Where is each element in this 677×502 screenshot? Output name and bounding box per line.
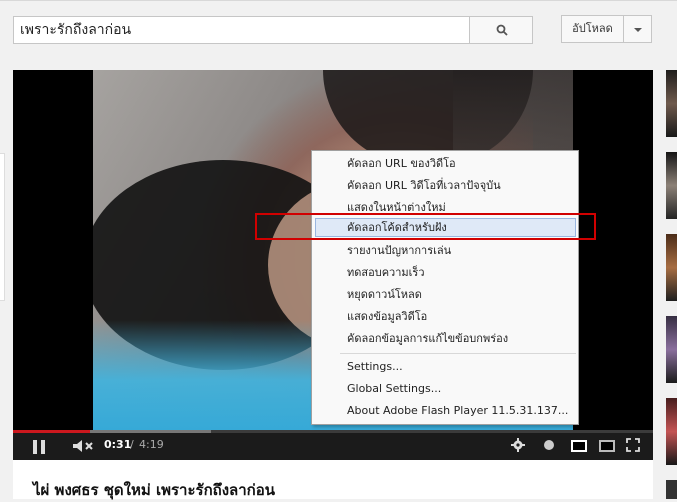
menu-item-show-video-info[interactable]: แสดงข้อมูลวิดีโอ (312, 308, 580, 326)
small-player-icon[interactable] (571, 440, 587, 452)
search-input[interactable] (14, 17, 471, 43)
menu-item-copy-video-url-current-time[interactable]: คัดลอก URL วิดีโอที่เวลาปัจจุบัน (312, 177, 580, 195)
watch-later-icon[interactable] (544, 440, 554, 450)
menu-separator (340, 353, 576, 354)
related-thumbnail[interactable] (666, 234, 677, 301)
search-box[interactable] (13, 16, 471, 44)
related-thumbnail[interactable] (666, 316, 677, 383)
played-progress (13, 430, 90, 433)
top-border (0, 0, 677, 1)
upload-menu-button[interactable] (624, 15, 652, 43)
fullscreen-icon[interactable] (626, 438, 640, 452)
related-videos-rail[interactable] (666, 70, 677, 499)
gear-icon[interactable] (511, 438, 525, 452)
large-player-icon[interactable] (599, 440, 615, 452)
pause-icon[interactable] (33, 440, 47, 454)
search-icon (496, 24, 508, 36)
menu-item-copy-debug-info[interactable]: คัดลอกข้อมูลการแก้ไขข้อบกพร่อง (312, 330, 580, 348)
menu-item-report-playback-issue[interactable]: รายงานปัญหาการเล่น (312, 242, 580, 260)
search-button[interactable] (469, 16, 533, 44)
left-side-panel-edge (0, 153, 5, 301)
menu-item-stop-download[interactable]: หยุดดาวน์โหลด (312, 286, 580, 304)
related-thumbnail[interactable] (666, 152, 677, 219)
chevron-down-icon (634, 28, 642, 32)
video-title: ไผ่ พงศธร ชุดใหม่ เพราะรักถึงลาก่อน (33, 481, 276, 499)
progress-bar[interactable] (13, 430, 653, 433)
menu-item-copy-video-url[interactable]: คัดลอก URL ของวิดีโอ (312, 155, 580, 173)
related-thumbnail[interactable] (666, 70, 677, 137)
context-menu[interactable]: คัดลอก URL ของวิดีโอ คัดลอก URL วิดีโอที… (311, 150, 579, 425)
current-time: 0:31 (104, 438, 132, 451)
related-thumbnail[interactable] (666, 398, 677, 465)
mute-icon[interactable] (72, 439, 94, 453)
menu-item-speed-test[interactable]: ทดสอบความเร็ว (312, 264, 580, 282)
player-controls[interactable]: 0:31 / 4:19 (13, 430, 653, 460)
related-thumbnail[interactable] (666, 480, 677, 499)
upload-button[interactable]: อัปโหลด (561, 15, 624, 43)
total-time: 4:19 (139, 438, 164, 451)
time-separator: / (130, 438, 134, 451)
menu-item-about-flash-player[interactable]: About Adobe Flash Player 11.5.31.137... (312, 402, 580, 420)
menu-item-settings[interactable]: Settings... (312, 358, 580, 376)
menu-item-global-settings[interactable]: Global Settings... (312, 380, 580, 398)
annotation-highlight-box (255, 213, 596, 240)
